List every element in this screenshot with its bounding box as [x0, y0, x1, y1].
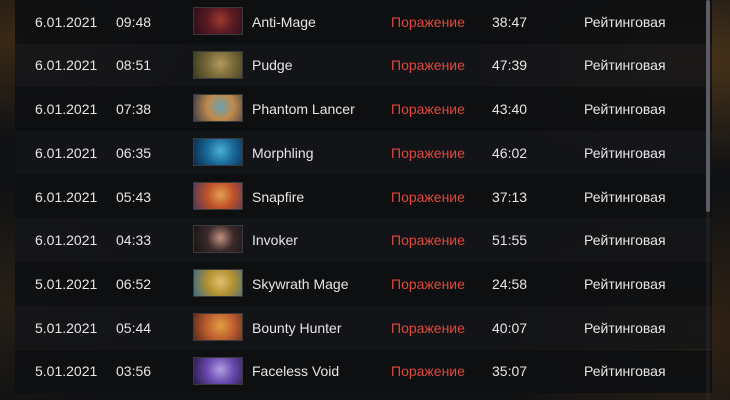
hero-name: Skywrath Mage [252, 275, 349, 292]
match-date: 6.01.2021 [35, 101, 98, 118]
match-duration: 35:07 [492, 363, 528, 380]
match-time: 09:48 [116, 13, 152, 30]
match-duration: 24:58 [492, 275, 528, 292]
match-date: 6.01.2021 [35, 57, 98, 74]
match-mode: Рейтинговая [584, 363, 666, 380]
match-duration: 43:40 [492, 101, 528, 118]
match-duration: 40:07 [492, 319, 528, 336]
match-time: 06:35 [116, 144, 152, 161]
hero-name: Pudge [252, 57, 293, 74]
hero-name: Snapfire [252, 188, 305, 205]
match-date: 5.01.2021 [35, 363, 98, 380]
hero-portrait-icon[interactable] [193, 269, 243, 298]
match-result: Поражение [391, 319, 465, 336]
match-result: Поражение [391, 101, 465, 118]
match-mode: Рейтинговая [584, 188, 666, 205]
match-date: 5.01.2021 [35, 319, 98, 336]
scrollbar-track[interactable] [706, 212, 710, 400]
match-mode: Рейтинговая [584, 57, 666, 74]
hero-portrait-icon[interactable] [193, 50, 243, 79]
match-date: 6.01.2021 [35, 13, 98, 30]
match-row[interactable]: 5.01.2021 03:56 Faceless Void Поражение 35:0… [15, 349, 712, 393]
match-mode: Рейтинговая [584, 101, 666, 118]
match-time: 07:38 [116, 101, 152, 118]
match-result: Поражение [391, 232, 465, 249]
match-row[interactable]: 6.01.2021 05:43 Snapfire Поражение 37:13 Рейт… [15, 174, 712, 219]
match-result: Поражение [391, 13, 465, 30]
hero-portrait-icon[interactable] [193, 356, 243, 385]
hero-portrait-icon[interactable] [193, 7, 243, 35]
hero-name: Morphling [252, 144, 314, 161]
match-time: 05:44 [116, 319, 152, 336]
match-result: Поражение [391, 188, 465, 205]
match-date: 6.01.2021 [35, 232, 98, 249]
hero-name: Phantom Lancer [252, 101, 355, 118]
hero-portrait-icon[interactable] [193, 181, 243, 210]
match-result: Поражение [391, 144, 465, 161]
match-time: 05:43 [116, 188, 152, 205]
match-row[interactable]: 6.01.2021 06:35 Morphling Поражение 46:02 Рей… [15, 131, 712, 175]
hero-portrait-icon[interactable] [193, 94, 243, 123]
match-mode: Рейтинговая [584, 275, 666, 292]
match-result: Поражение [391, 275, 465, 292]
match-duration: 51:55 [492, 232, 528, 249]
match-mode: Рейтинговая [584, 144, 666, 161]
match-date: 6.01.2021 [35, 144, 98, 161]
match-result: Поражение [391, 363, 465, 380]
match-mode: Рейтинговая [584, 319, 666, 336]
match-date: 6.01.2021 [35, 188, 98, 205]
match-row[interactable]: 6.01.2021 07:38 Phantom Lancer Поражение 43:… [15, 87, 712, 131]
match-history-list: 6.01.2021 09:48 Anti-Mage Поражение 38:47 Рей… [15, 0, 712, 393]
match-row[interactable]: 6.01.2021 04:33 Invoker Поражение 51:55 Рейти… [15, 218, 712, 262]
match-time: 03:56 [116, 363, 152, 380]
hero-portrait-icon[interactable] [193, 138, 243, 167]
hero-name: Bounty Hunter [252, 319, 342, 336]
match-row[interactable]: 5.01.2021 06:52 Skywrath Mage Поражение 24:5… [15, 262, 712, 306]
match-mode: Рейтинговая [584, 232, 666, 249]
scrollbar-thumb[interactable] [706, 0, 710, 212]
match-time: 08:51 [116, 57, 152, 74]
match-duration: 47:39 [492, 57, 528, 74]
match-time: 04:33 [116, 232, 152, 249]
hero-portrait-icon[interactable] [193, 225, 243, 254]
match-duration: 46:02 [492, 144, 528, 161]
match-date: 5.01.2021 [35, 275, 98, 292]
match-result: Поражение [391, 57, 465, 74]
match-duration: 37:13 [492, 188, 528, 205]
match-mode: Рейтинговая [584, 13, 666, 30]
hero-name: Invoker [252, 232, 298, 249]
match-duration: 38:47 [492, 13, 528, 30]
match-time: 06:52 [116, 275, 152, 292]
hero-name: Anti-Mage [252, 13, 316, 30]
match-row[interactable]: 6.01.2021 09:48 Anti-Mage Поражение 38:47 Рей… [15, 0, 712, 44]
match-row[interactable]: 6.01.2021 08:51 Pudge Поражение 47:39 Рейтинг… [15, 43, 712, 88]
match-row[interactable]: 5.01.2021 05:44 Bounty Hunter Поражение 40:0… [15, 305, 712, 350]
hero-portrait-icon[interactable] [193, 312, 243, 341]
hero-name: Faceless Void [252, 363, 340, 380]
